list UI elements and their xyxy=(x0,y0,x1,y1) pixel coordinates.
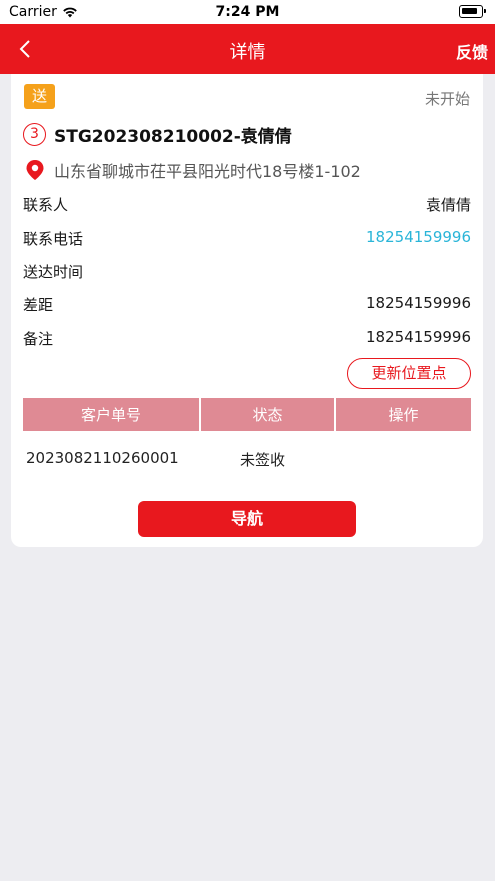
feedback-button[interactable]: 反馈 xyxy=(456,39,488,63)
distance-row: 差距 18254159996 xyxy=(23,292,471,314)
order-status: 未开始 xyxy=(424,90,470,108)
contact-phone-link[interactable]: 18254159996 xyxy=(366,228,471,246)
delivery-type-badge: 送 xyxy=(24,84,55,109)
order-index-badge: 3 xyxy=(23,123,46,146)
table-row: 2023082110260001 未签收 xyxy=(23,444,471,474)
remark-row: 备注 18254159996 xyxy=(23,326,471,348)
update-location-button[interactable]: 更新位置点 xyxy=(347,358,471,389)
order-header: 3 STG202308210002-袁倩倩 xyxy=(23,122,292,147)
remark-value: 18254159996 xyxy=(366,328,471,346)
remark-label: 备注 xyxy=(23,330,54,348)
column-status: 状态 xyxy=(201,398,336,431)
address-row: 山东省聊城市茌平县阳光时代18号楼1-102 xyxy=(25,158,361,182)
column-action: 操作 xyxy=(388,406,419,424)
navigation-bar: 详情 反馈 xyxy=(0,24,495,74)
page-title: 详情 xyxy=(229,42,266,63)
delivery-time-row: 送达时间 xyxy=(23,259,471,281)
contact-name-label: 联系人 xyxy=(23,196,69,214)
contact-phone-row: 联系电话 18254159996 xyxy=(23,226,471,248)
order-detail-card: 送 未开始 3 STG202308210002-袁倩倩 山东省聊城市茌平县阳光时… xyxy=(11,74,483,547)
contact-phone-label: 联系电话 xyxy=(23,230,84,248)
distance-value: 18254159996 xyxy=(366,294,471,312)
status-cell: 未签收 xyxy=(240,451,286,469)
table-header: 客户单号 状态 操作 xyxy=(23,398,471,431)
status-bar: Carrier 7:24 PM xyxy=(0,0,495,24)
battery-icon xyxy=(459,5,486,18)
clock: 7:24 PM xyxy=(215,4,280,20)
contact-name-value: 袁倩倩 xyxy=(425,196,471,214)
customer-no-cell: 2023082110260001 xyxy=(26,449,179,467)
navigate-button[interactable]: 导航 xyxy=(138,501,356,537)
location-pin-icon xyxy=(26,160,44,180)
order-title: STG202308210002-袁倩倩 xyxy=(54,127,292,147)
delivery-time-label: 送达时间 xyxy=(23,263,84,281)
distance-label: 差距 xyxy=(23,296,54,314)
address-text: 山东省聊城市茌平县阳光时代18号楼1-102 xyxy=(54,162,361,181)
contact-name-row: 联系人 袁倩倩 xyxy=(23,192,471,214)
column-customer-no: 客户单号 xyxy=(23,398,201,431)
